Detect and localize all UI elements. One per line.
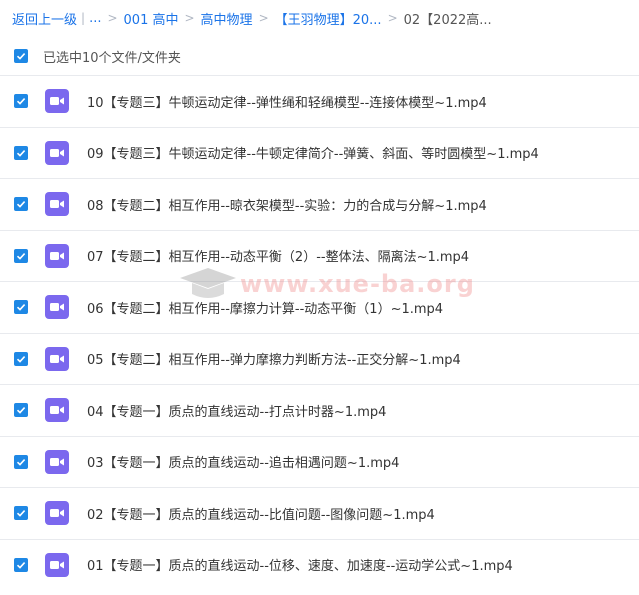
row-checkbox[interactable] bbox=[14, 557, 28, 572]
video-file-icon bbox=[45, 89, 69, 114]
file-row[interactable]: 03【专题一】质点的直线运动--追击相遇问题~1.mp4 bbox=[0, 435, 639, 488]
checkmark-icon bbox=[16, 201, 26, 208]
breadcrumb-separator: > bbox=[258, 11, 269, 25]
file-name[interactable]: 05【专题二】相互作用--弹力摩擦力判断方法--正交分解~1.mp4 bbox=[87, 349, 461, 368]
checkmark-icon bbox=[16, 53, 26, 60]
file-name[interactable]: 06【专题二】相互作用--摩擦力计算--动态平衡（1）~1.mp4 bbox=[87, 298, 443, 317]
video-file-icon bbox=[45, 501, 69, 526]
checkmark-icon bbox=[16, 252, 26, 260]
row-checkbox[interactable] bbox=[14, 248, 28, 263]
selection-count-label: 已选中10个文件/文件夹 bbox=[43, 50, 181, 66]
file-name[interactable]: 03【专题一】质点的直线运动--追击相遇问题~1.mp4 bbox=[87, 452, 399, 471]
file-row[interactable]: 07【专题二】相互作用--动态平衡（2）--整体法、隔离法~1.mp4 bbox=[0, 229, 639, 282]
breadcrumb-separator: > bbox=[184, 11, 195, 25]
video-file-icon bbox=[45, 243, 69, 268]
row-checkbox[interactable] bbox=[14, 403, 28, 418]
file-name[interactable]: 07【专题二】相互作用--动态平衡（2）--整体法、隔离法~1.mp4 bbox=[87, 246, 469, 265]
file-name[interactable]: 08【专题二】相互作用--晾衣架模型--实验：力的合成与分解~1.mp4 bbox=[87, 195, 487, 214]
file-row[interactable]: 05【专题二】相互作用--弹力摩擦力判断方法--正交分解~1.mp4 bbox=[0, 332, 639, 385]
video-file-icon bbox=[45, 449, 69, 474]
select-all-checkbox[interactable] bbox=[14, 49, 28, 63]
row-checkbox[interactable] bbox=[14, 94, 28, 109]
video-file-icon bbox=[45, 192, 69, 217]
checkmark-icon bbox=[16, 149, 26, 157]
breadcrumb-pipe: | bbox=[81, 11, 86, 25]
file-list: 10【专题三】牛顿运动定律--弹性绳和轻绳模型--连接体模型~1.mp4 09【… bbox=[0, 75, 639, 590]
video-file-icon bbox=[45, 398, 69, 423]
checkmark-icon bbox=[16, 407, 26, 414]
row-checkbox[interactable] bbox=[14, 197, 28, 212]
checkmark-icon bbox=[16, 355, 26, 363]
file-row[interactable]: 09【专题三】牛顿运动定律--牛顿定律简介--弹簧、斜面、等时圆模型~1.mp4 bbox=[0, 126, 639, 179]
file-name[interactable]: 04【专题一】质点的直线运动--打点计时器~1.mp4 bbox=[87, 401, 386, 420]
row-checkbox[interactable] bbox=[14, 145, 28, 160]
video-file-icon bbox=[45, 295, 69, 320]
checkmark-icon bbox=[16, 561, 26, 569]
breadcrumb-separator: > bbox=[107, 11, 118, 25]
file-name[interactable]: 09【专题三】牛顿运动定律--牛顿定律简介--弹簧、斜面、等时圆模型~1.mp4 bbox=[87, 143, 539, 162]
file-row[interactable]: 02【专题一】质点的直线运动--比值问题--图像问题~1.mp4 bbox=[0, 487, 639, 539]
breadcrumb: 返回上一级 | ... > 001 高中 > 高中物理 > 【王羽物理】20..… bbox=[12, 8, 492, 28]
row-checkbox[interactable] bbox=[14, 506, 28, 521]
row-checkbox[interactable] bbox=[14, 454, 28, 469]
video-file-icon bbox=[45, 346, 69, 371]
checkmark-icon bbox=[16, 458, 26, 466]
video-file-icon bbox=[45, 552, 69, 577]
checkmark-icon bbox=[16, 304, 26, 311]
file-row[interactable]: 08【专题二】相互作用--晾衣架模型--实验：力的合成与分解~1.mp4 bbox=[0, 178, 639, 230]
file-row[interactable]: 04【专题一】质点的直线运动--打点计时器~1.mp4 bbox=[0, 384, 639, 436]
checkmark-icon bbox=[16, 98, 26, 105]
breadcrumb-item-physics[interactable]: 高中物理 bbox=[201, 9, 253, 28]
row-checkbox[interactable] bbox=[14, 351, 28, 366]
file-name[interactable]: 10【专题三】牛顿运动定律--弹性绳和轻绳模型--连接体模型~1.mp4 bbox=[87, 92, 487, 111]
breadcrumb-ellipsis[interactable]: ... bbox=[89, 11, 101, 26]
breadcrumb-current: 02【2022高... bbox=[403, 12, 492, 28]
file-row[interactable]: 01【专题一】质点的直线运动--位移、速度、加速度--运动学公式~1.mp4 bbox=[0, 538, 639, 591]
file-row[interactable]: 06【专题二】相互作用--摩擦力计算--动态平衡（1）~1.mp4 bbox=[0, 281, 639, 333]
breadcrumb-separator: > bbox=[387, 11, 398, 25]
selection-header: 已选中10个文件/文件夹 bbox=[0, 38, 639, 74]
checkmark-icon bbox=[16, 510, 26, 517]
breadcrumb-item-wangyu[interactable]: 【王羽物理】20... bbox=[275, 9, 382, 28]
file-row[interactable]: 10【专题三】牛顿运动定律--弹性绳和轻绳模型--连接体模型~1.mp4 bbox=[0, 75, 639, 127]
back-link[interactable]: 返回上一级 bbox=[12, 9, 77, 28]
breadcrumb-item-001-gaozhong[interactable]: 001 高中 bbox=[124, 9, 179, 28]
file-name[interactable]: 01【专题一】质点的直线运动--位移、速度、加速度--运动学公式~1.mp4 bbox=[87, 555, 513, 574]
video-file-icon bbox=[45, 140, 69, 165]
file-name[interactable]: 02【专题一】质点的直线运动--比值问题--图像问题~1.mp4 bbox=[87, 504, 435, 523]
row-checkbox[interactable] bbox=[14, 300, 28, 315]
